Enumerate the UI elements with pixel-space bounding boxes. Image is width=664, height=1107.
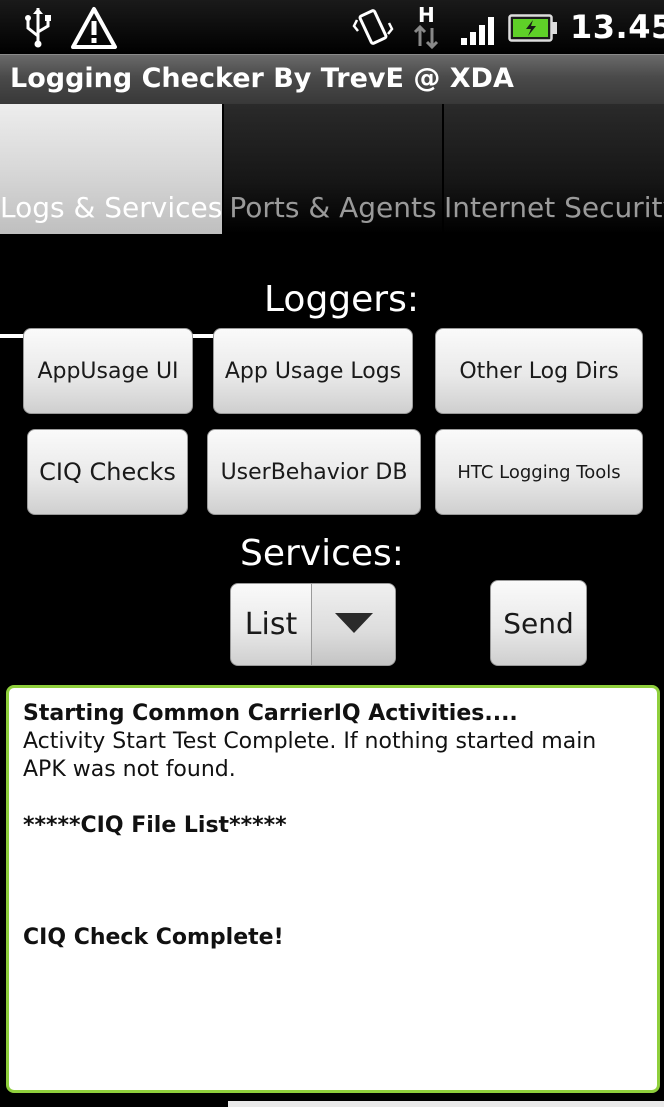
log-line: Starting Common CarrierIQ Activities.... <box>23 701 518 726</box>
tab-ports-agents[interactable]: Ports & Agents <box>224 104 442 234</box>
clock: 13.45 <box>570 8 664 46</box>
warning-icon <box>70 6 118 54</box>
appusage-ui-button[interactable]: AppUsage UI <box>23 328 193 414</box>
app-usage-logs-button[interactable]: App Usage Logs <box>213 328 413 414</box>
other-log-dirs-button[interactable]: Other Log Dirs <box>435 328 643 414</box>
signal-icon <box>460 14 498 50</box>
app-title: Logging Checker By TrevE @ XDA <box>10 63 514 94</box>
dropdown-arrow-icon <box>334 612 374 638</box>
tab-label: Ports & Agents <box>229 191 437 224</box>
svg-text:H: H <box>418 3 435 27</box>
app-title-bar: Logging Checker By TrevE @ XDA <box>0 54 664 104</box>
battery-charging-icon <box>508 13 558 47</box>
userbehavior-db-button[interactable]: UserBehavior DB <box>207 429 421 515</box>
output-log-panel[interactable]: Starting Common CarrierIQ Activities....… <box>6 685 660 1093</box>
spinner-dropdown-button[interactable] <box>311 584 395 665</box>
usb-icon <box>22 6 54 52</box>
status-bar: H 13.45 <box>0 0 664 54</box>
services-heading: Services: <box>240 533 404 574</box>
log-line: Activity Start Test Complete. If nothing… <box>23 729 597 782</box>
ciq-checks-button[interactable]: CIQ Checks <box>27 429 188 515</box>
send-button[interactable]: Send <box>490 580 587 666</box>
tab-internet-security[interactable]: Internet Security <box>444 104 664 234</box>
spinner-selected-value: List <box>244 607 298 642</box>
tab-logs-services[interactable]: Logs & Services <box>0 104 222 234</box>
tab-label: Internet Security <box>444 191 664 224</box>
tab-bar: Logs & Services Ports & Agents Internet … <box>0 104 664 338</box>
hspa-data-icon: H <box>410 2 444 54</box>
vibrate-icon <box>352 6 394 52</box>
log-line: *****CIQ File List***** <box>23 813 287 838</box>
htc-logging-tools-button[interactable]: HTC Logging Tools <box>435 429 643 515</box>
scroll-indicator <box>228 1101 664 1107</box>
log-line: CIQ Check Complete! <box>23 925 284 950</box>
loggers-heading: Loggers: <box>264 279 419 320</box>
tab-label: Logs & Services <box>0 191 223 224</box>
services-spinner[interactable]: List <box>230 583 396 666</box>
